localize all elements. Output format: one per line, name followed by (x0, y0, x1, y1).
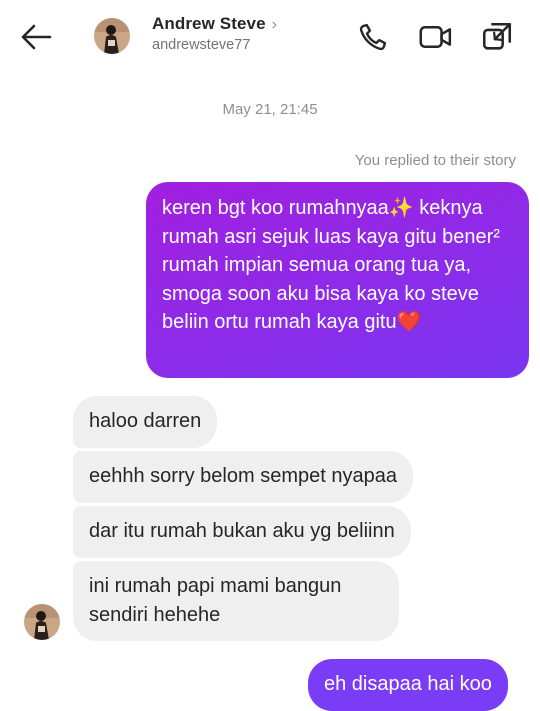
phone-icon[interactable] (356, 20, 390, 54)
outgoing-message-bubble[interactable]: keren bgt koo rumahnyaa✨ keknya rumah as… (146, 182, 529, 378)
outgoing-message-bubble[interactable]: eh disapaa hai koo (308, 659, 508, 711)
avatar[interactable] (24, 604, 60, 640)
incoming-message-bubble[interactable]: haloo darren (73, 396, 218, 448)
avatar[interactable] (94, 18, 130, 54)
contact-title[interactable]: Andrew Steve › andrewsteve77 (152, 14, 277, 53)
incoming-message-bubble[interactable]: ini rumah papi mami bangun sendiri heheh… (73, 561, 399, 641)
back-arrow-icon[interactable] (18, 22, 54, 52)
contact-handle: andrewsteve77 (152, 37, 251, 53)
external-link-icon[interactable] (480, 20, 514, 54)
message-timestamp: May 21, 21:45 (222, 101, 318, 118)
story-reply-note: You replied to their story (354, 152, 516, 169)
incoming-message-bubble[interactable]: eehhh sorry belom sempet nyapaa (73, 451, 413, 503)
chevron-right-icon[interactable]: › (272, 16, 277, 34)
contact-name-text[interactable]: Andrew Steve (152, 14, 266, 33)
video-icon[interactable] (418, 20, 452, 54)
chat-header: Andrew Steve › andrewsteve77 (0, 0, 540, 78)
contact-name[interactable]: Andrew Steve › (152, 14, 277, 34)
incoming-message-bubble[interactable]: dar itu rumah bukan aku yg beliinn (73, 506, 411, 558)
